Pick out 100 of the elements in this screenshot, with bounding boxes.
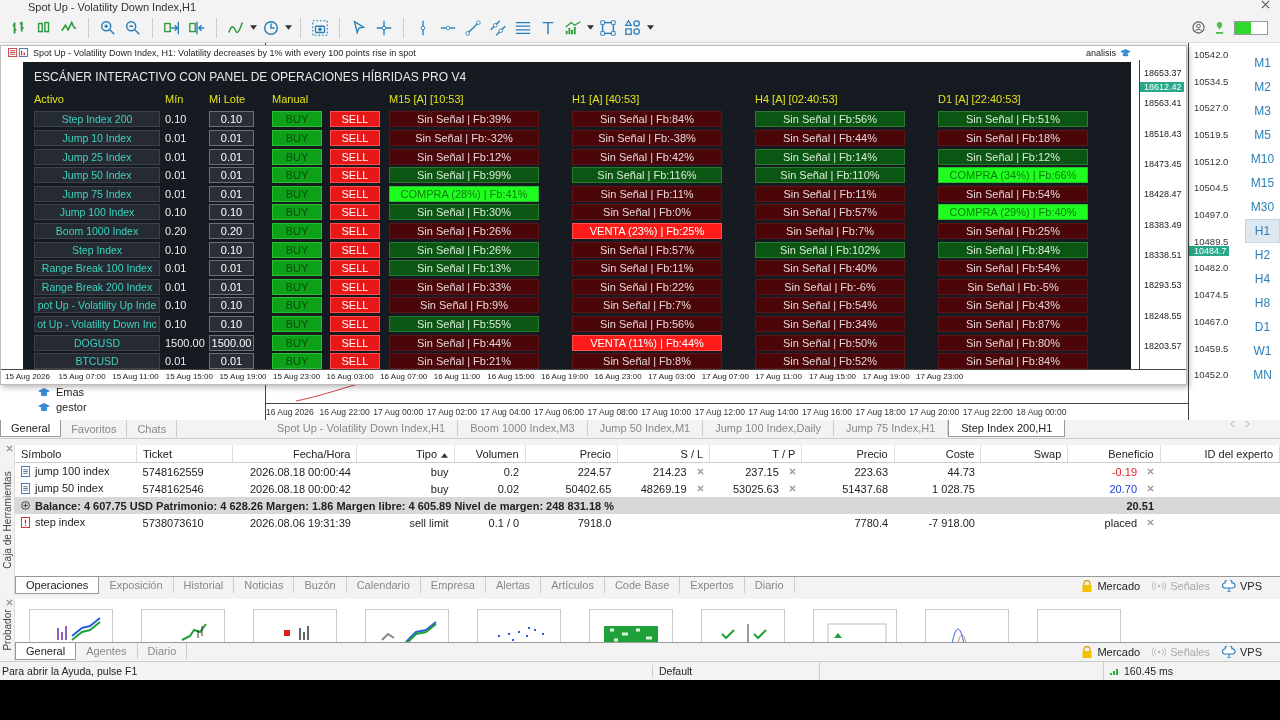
lot-field[interactable]: 0.01	[209, 185, 254, 202]
tab[interactable]: Agentes	[76, 643, 138, 660]
buy-button[interactable]: BUY	[272, 204, 322, 221]
location-pin-icon[interactable]	[1215, 21, 1224, 35]
caret-icon[interactable]	[285, 25, 292, 31]
symbol-button[interactable]: Jump 50 Index	[34, 167, 160, 184]
symbol-button[interactable]: Jump 100 Index	[34, 204, 160, 221]
tab[interactable]: General	[15, 643, 77, 661]
buy-button[interactable]: BUY	[272, 315, 322, 332]
column-header[interactable]: Precio	[579, 447, 611, 460]
symbol-button[interactable]: ot Up - Volatility Down Inc	[34, 315, 160, 332]
symbol-button[interactable]: Step Index	[34, 241, 160, 258]
column-header[interactable]: Símbolo	[21, 447, 62, 460]
symbol-button[interactable]: Jump 25 Index	[34, 148, 160, 165]
column-header[interactable]: Ticket	[143, 447, 172, 460]
lot-field[interactable]: 0.10	[209, 204, 254, 221]
close-icon[interactable]	[1147, 468, 1154, 476]
tab[interactable]: Exposición	[99, 577, 174, 594]
tab[interactable]: Historial	[173, 577, 235, 594]
tab[interactable]: Calendario	[346, 577, 421, 594]
caret-icon[interactable]	[647, 25, 654, 31]
timeframe-button[interactable]: M1	[1245, 50, 1280, 75]
tab[interactable]: Chats	[127, 420, 178, 438]
buy-button[interactable]: BUY	[272, 278, 322, 295]
timeframe-button[interactable]: M2	[1245, 74, 1280, 99]
close-icon[interactable]	[1147, 519, 1154, 527]
column-header[interactable]: Precio	[856, 447, 888, 460]
column-header[interactable]: Coste	[945, 447, 975, 460]
timeframe-button[interactable]: H4	[1245, 266, 1280, 291]
tab[interactable]: Jump 100 Index,Daily	[703, 420, 834, 437]
symbol-button[interactable]: BTCUSD	[34, 353, 160, 369]
vps-link[interactable]: VPS	[1222, 646, 1262, 659]
symbol-button[interactable]: DOGUSD	[34, 334, 160, 351]
timeframe-button[interactable]: H2	[1245, 242, 1280, 267]
lot-field[interactable]: 0.01	[209, 353, 254, 369]
symbol-button[interactable]: Boom 1000 Index	[34, 223, 160, 239]
column-header[interactable]: Tipo	[416, 447, 438, 460]
column-header[interactable]: ID del experto	[1204, 447, 1273, 460]
sell-button[interactable]: SELL	[330, 167, 380, 184]
symbol-button[interactable]: Jump 75 Index	[34, 185, 160, 202]
timeframe-button[interactable]: H8	[1245, 290, 1280, 315]
sell-button[interactable]: SELL	[330, 260, 380, 277]
sell-button[interactable]: SELL	[330, 353, 380, 369]
sell-button[interactable]: SELL	[330, 297, 380, 314]
tab[interactable]: Code Base	[604, 577, 681, 594]
buy-button[interactable]: BUY	[272, 241, 322, 258]
scroll-left-icon[interactable]	[1230, 420, 1235, 429]
close-icon[interactable]	[6, 599, 13, 607]
tab[interactable]: Step Index 200,H1	[948, 420, 1066, 438]
close-icon[interactable]	[1261, 0, 1270, 9]
caret-icon[interactable]	[250, 25, 257, 31]
template-thumbnail[interactable]	[813, 609, 897, 643]
symbol-button[interactable]: Jump 10 Index	[34, 130, 160, 147]
market-link[interactable]: Mercado	[1081, 580, 1141, 593]
close-icon[interactable]	[788, 468, 796, 476]
tab[interactable]: Jump 50 Index,M1	[587, 420, 704, 437]
column-header[interactable]: S / L	[680, 447, 704, 460]
tab[interactable]: Expertos	[680, 577, 745, 594]
tab[interactable]: Alertas	[485, 577, 542, 594]
lot-field[interactable]: 0.01	[209, 148, 254, 165]
buy-button[interactable]: BUY	[272, 260, 322, 277]
tab[interactable]: Noticias	[234, 577, 295, 594]
sell-button[interactable]: SELL	[330, 148, 380, 165]
lot-field[interactable]: 0.01	[209, 278, 254, 295]
timeframe-button[interactable]: H1	[1245, 218, 1280, 243]
symbol-button[interactable]: Step Index 200	[34, 111, 160, 128]
tab[interactable]: Buzón	[294, 577, 347, 594]
symbol-button[interactable]: pot Up - Volatility Up Inde	[34, 297, 160, 314]
column-header[interactable]: Beneficio	[1108, 447, 1154, 460]
sell-button[interactable]: SELL	[330, 334, 380, 351]
lot-field[interactable]: 0.01	[209, 167, 254, 184]
close-icon[interactable]	[6, 445, 13, 453]
timeframe-button[interactable]: M3	[1245, 98, 1280, 123]
sell-button[interactable]: SELL	[330, 241, 380, 258]
close-icon[interactable]	[788, 485, 796, 493]
sell-button[interactable]: SELL	[330, 204, 380, 221]
timeframe-button[interactable]: M30	[1245, 194, 1280, 219]
navigator-item[interactable]: Emas	[56, 385, 85, 398]
timeframe-button[interactable]: MN	[1245, 362, 1280, 387]
sell-button[interactable]: SELL	[330, 111, 380, 128]
scroll-right-icon[interactable]	[1245, 420, 1250, 429]
sell-button[interactable]: SELL	[330, 278, 380, 295]
buy-button[interactable]: BUY	[272, 148, 322, 165]
timeframe-button[interactable]: M15	[1245, 170, 1280, 195]
timeframe-button[interactable]: M5	[1245, 122, 1280, 147]
tab[interactable]: Diario	[744, 577, 795, 594]
lot-field[interactable]: 1500.00	[209, 334, 254, 351]
column-header[interactable]: Swap	[1033, 447, 1062, 460]
market-link[interactable]: Mercado	[1081, 646, 1141, 659]
close-icon[interactable]	[696, 468, 704, 476]
buy-button[interactable]: BUY	[272, 167, 322, 184]
sell-button[interactable]: SELL	[330, 130, 380, 147]
tab[interactable]: Artículos	[541, 577, 605, 594]
user-icon[interactable]	[1192, 21, 1205, 35]
symbol-button[interactable]: Range Break 100 Index	[34, 260, 160, 277]
lot-field[interactable]: 0.01	[209, 260, 254, 277]
lot-field[interactable]: 0.10	[209, 241, 254, 258]
timeframe-button[interactable]: W1	[1245, 338, 1280, 363]
lot-field[interactable]: 0.10	[209, 111, 254, 128]
navigator-item[interactable]: gestor	[56, 400, 87, 413]
